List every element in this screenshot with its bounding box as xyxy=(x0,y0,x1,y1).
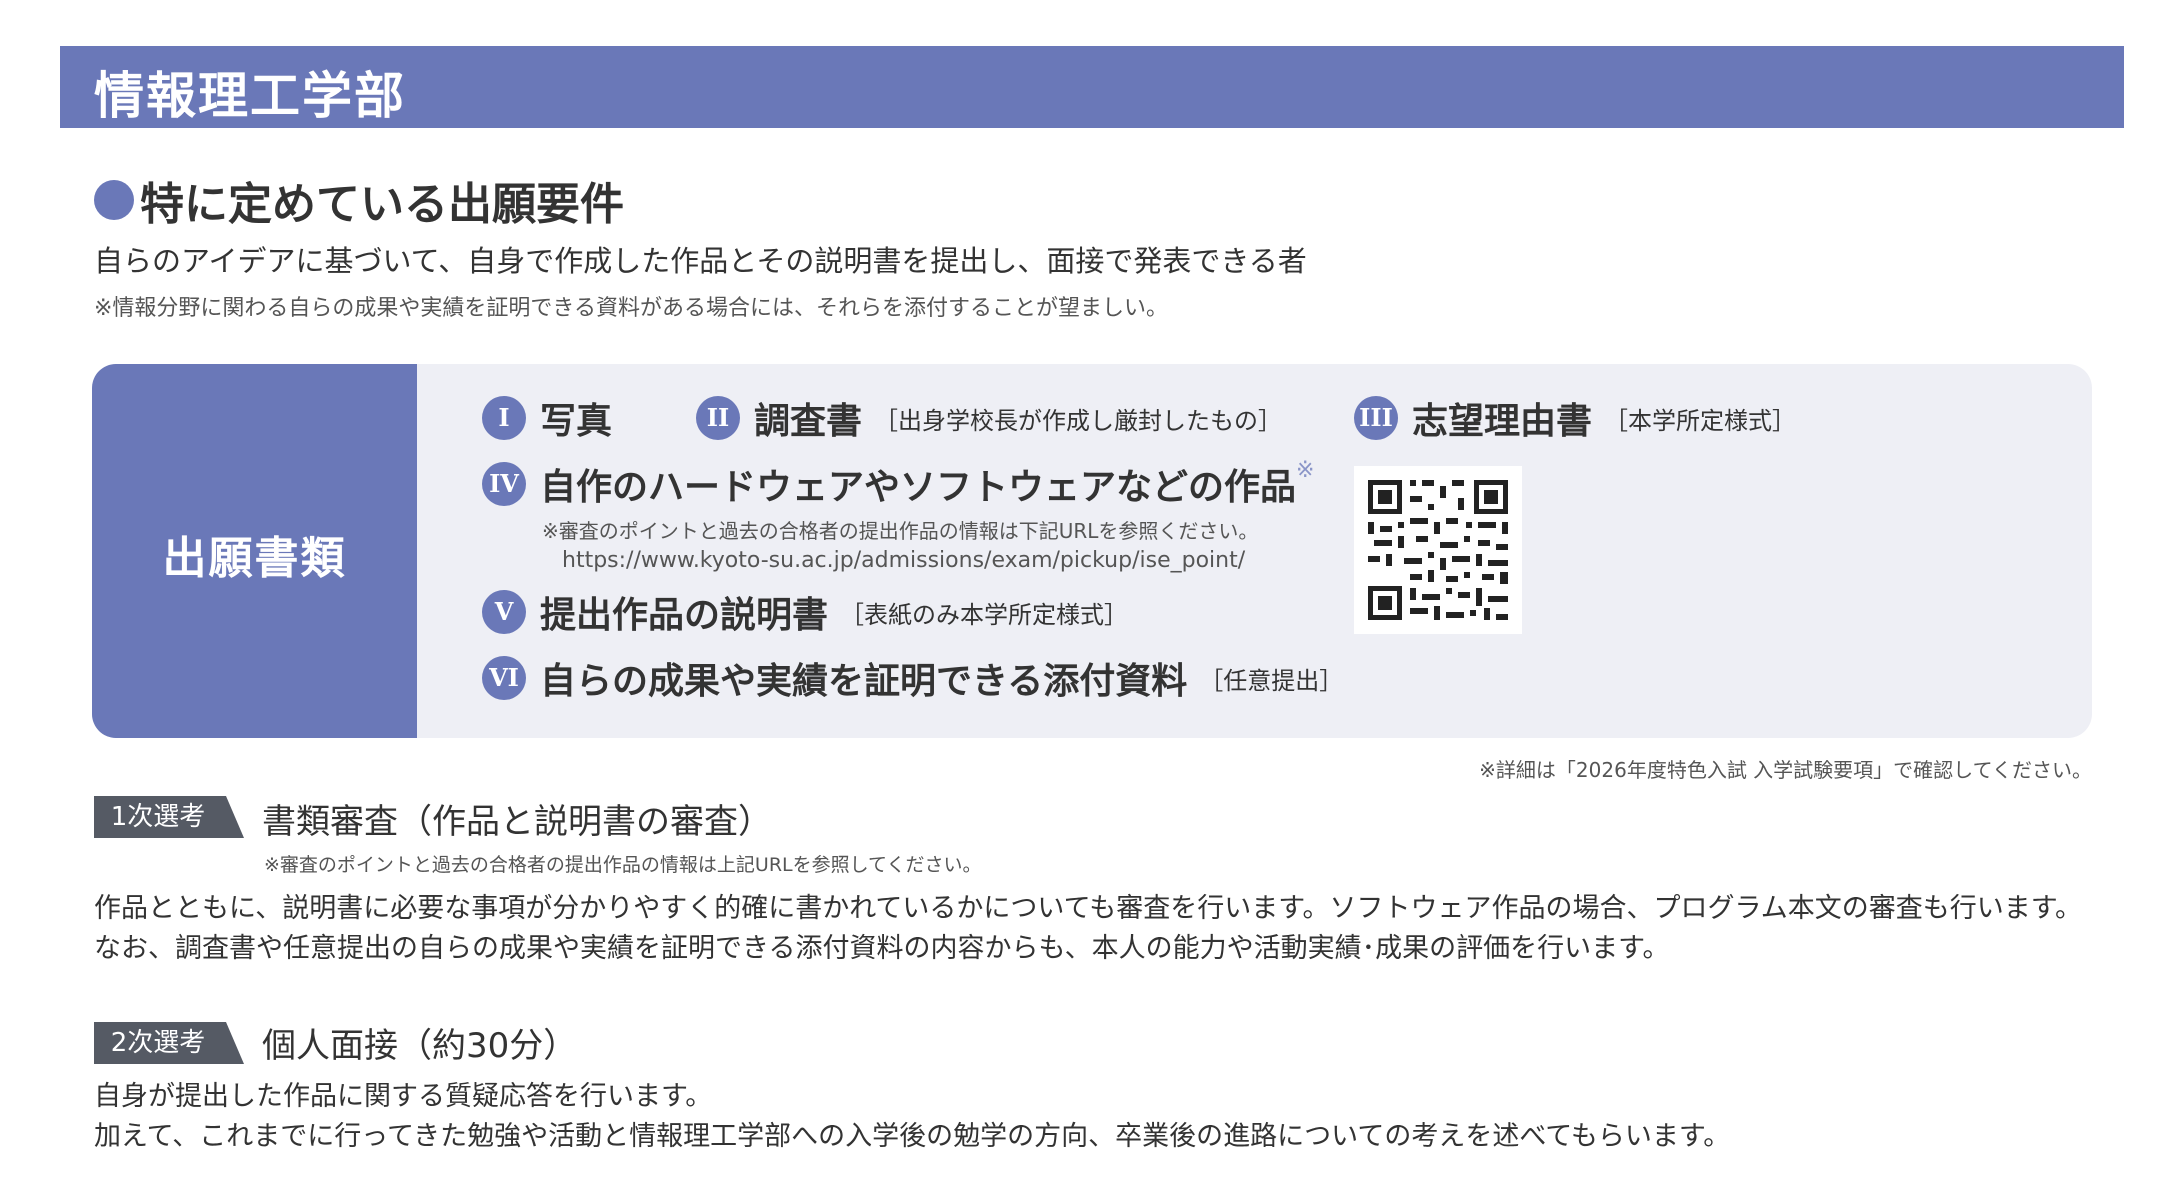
stage-2-title: 個人面接（約30分） xyxy=(262,1026,578,1066)
works-url: https://www.kyoto-su.ac.jp/admissions/ex… xyxy=(562,548,1246,573)
document-item-4: IV 自作のハードウェアやソフトウェアなどの作品※ xyxy=(482,458,1314,510)
document-sub: ［出身学校長が作成し厳封したもの］ xyxy=(874,406,1283,435)
qr-code-icon[interactable] xyxy=(1354,466,1522,634)
stage-1-note: ※審査のポイントと過去の合格者の提出作品の情報は上記URLを参照してください。 xyxy=(264,854,982,876)
document-name: 自作のハードウェアやソフトウェアなどの作品 xyxy=(540,467,1297,508)
detail-note: ※詳細は「2026年度特色入試 入学試験要項」で確認してください。 xyxy=(1479,758,2092,782)
stage-2-body-line-2: 加えて、これまでに行ってきた勉強や活動と情報理工学部への入学後の勉学の方向、卒業… xyxy=(94,1121,1731,1152)
document-sub: ［任意提出］ xyxy=(1199,666,1344,695)
requirements-heading: 特に定めている出願要件 xyxy=(94,168,624,230)
stage-1-title: 書類審査（作品と説明書の審査） xyxy=(262,802,772,842)
requirements-note: ※情報分野に関わる自らの成果や実績を証明できる資料がある場合には、それらを添付す… xyxy=(94,296,1168,321)
numeral-badge: II xyxy=(696,396,740,440)
stage-1-body-line-1: 作品とともに、説明書に必要な事項が分かりやすく的確に書かれているかについても審査… xyxy=(94,893,2083,924)
stage-2-body-line-1: 自身が提出した作品に関する質疑応答を行います。 xyxy=(94,1081,713,1112)
requirements-text: 自らのアイデアに基づいて、自身で作成した作品とその説明書を提出し、面接で発表でき… xyxy=(94,244,1307,278)
bullet-dot-icon xyxy=(94,180,134,220)
document-item-6: VI 自らの成果や実績を証明できる添付資料 ［任意提出］ xyxy=(482,652,1343,704)
documents-label-panel: 出願書類 xyxy=(92,364,417,738)
document-item-3: III 志望理由書 ［本学所定様式］ xyxy=(1354,392,1796,444)
works-note: ※審査のポイントと過去の合格者の提出作品の情報は下記URLを参照ください。 xyxy=(542,519,1259,543)
application-documents-box: 出願書類 I 写真 II 調査書 ［出身学校長が作成し厳封したもの］ III 志望理由書… xyxy=(92,364,2092,738)
document-name: 自らの成果や実績を証明できる添付資料 xyxy=(540,661,1188,702)
document-name: 写真 xyxy=(540,401,613,442)
numeral-badge: IV xyxy=(482,462,526,506)
stage-1-body-line-2: なお、調査書や任意提出の自らの成果や実績を証明できる添付資料の内容からも、本人の… xyxy=(94,933,1670,964)
stage-tag-label: 1次選考 xyxy=(110,802,206,832)
document-sub: ［本学所定様式］ xyxy=(1604,406,1797,435)
numeral-badge: VI xyxy=(482,656,526,700)
page-title: 情報理工学部 xyxy=(94,67,406,125)
document-name: 志望理由書 xyxy=(1412,401,1593,442)
asterisk-mark: ※ xyxy=(1296,458,1315,483)
documents-label: 出願書類 xyxy=(162,533,347,584)
stage-tag-label: 2次選考 xyxy=(110,1028,206,1058)
document-item-2: II 調査書 ［出身学校長が作成し厳封したもの］ xyxy=(696,392,1282,444)
document-item-5: V 提出作品の説明書 ［表紙のみ本学所定様式］ xyxy=(482,586,1128,638)
requirements-title: 特に定めている出願要件 xyxy=(140,179,624,230)
document-name: 提出作品の説明書 xyxy=(540,595,829,636)
numeral-badge: V xyxy=(482,590,526,634)
header-banner: 情報理工学部 xyxy=(60,46,2124,128)
document-item-1: I 写真 xyxy=(482,392,612,444)
qr-code-graphic xyxy=(1354,466,1522,634)
numeral-badge: I xyxy=(482,396,526,440)
document-name: 調査書 xyxy=(754,401,863,442)
document-sub: ［表紙のみ本学所定様式］ xyxy=(840,600,1129,629)
numeral-badge: III xyxy=(1354,396,1398,440)
